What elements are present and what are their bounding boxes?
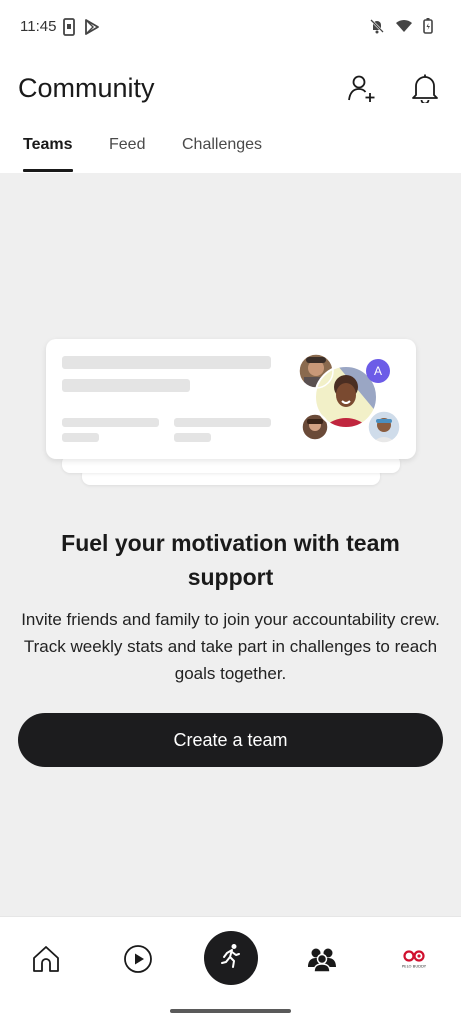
tab-bar: Teams Feed Challenges [0, 132, 461, 173]
empty-state-body: Invite friends and family to join your a… [21, 610, 440, 683]
active-tab-indicator [23, 169, 73, 172]
placeholder-line [174, 433, 211, 442]
nav-community[interactable] [302, 941, 342, 981]
tab-feed[interactable]: Feed [109, 136, 145, 154]
phone-notification-icon [62, 18, 76, 41]
tab-teams[interactable]: Teams [23, 136, 73, 154]
add-friend-button[interactable] [344, 72, 380, 108]
create-team-button[interactable]: Create a team [18, 713, 443, 767]
page-title: Community [18, 73, 155, 103]
status-bar: 11:45 [0, 0, 461, 56]
community-icon [307, 945, 337, 978]
tab-challenges[interactable]: Challenges [182, 136, 262, 154]
placeholder-line [174, 418, 271, 427]
notifications-button[interactable] [407, 72, 443, 108]
bell-off-icon [369, 18, 385, 39]
bell-icon [411, 73, 439, 108]
home-icon [31, 944, 61, 979]
nav-home[interactable] [26, 941, 66, 981]
bottom-nav: PELO BUDDY [0, 916, 461, 1024]
avatar-initial: A [366, 359, 390, 383]
avatar-group: A [298, 353, 404, 445]
placeholder-line [62, 356, 271, 369]
status-time: 11:45 [20, 18, 57, 35]
battery-icon [423, 18, 433, 39]
nav-pelo-buddy[interactable]: PELO BUDDY [394, 941, 434, 981]
team-card-illustration: A [46, 339, 416, 489]
play-icon [123, 944, 153, 979]
pelo-buddy-logo: PELO BUDDY [399, 949, 429, 974]
placeholder-line [62, 433, 99, 442]
placeholder-line [62, 418, 159, 427]
nav-workout[interactable] [204, 931, 258, 985]
home-indicator[interactable] [170, 1009, 291, 1013]
add-user-icon [347, 73, 377, 108]
run-icon [219, 943, 243, 974]
nav-classes[interactable] [118, 941, 158, 981]
header: Community Teams Feed Challenges [0, 56, 461, 173]
placeholder-line [62, 379, 190, 392]
pelo-buddy-logo-text: PELO BUDDY [402, 963, 427, 968]
wifi-icon [395, 19, 413, 38]
play-store-icon [84, 18, 100, 41]
empty-state-headline: Fuel your motivation with team support [61, 530, 400, 590]
placeholder-card: A [46, 339, 416, 459]
